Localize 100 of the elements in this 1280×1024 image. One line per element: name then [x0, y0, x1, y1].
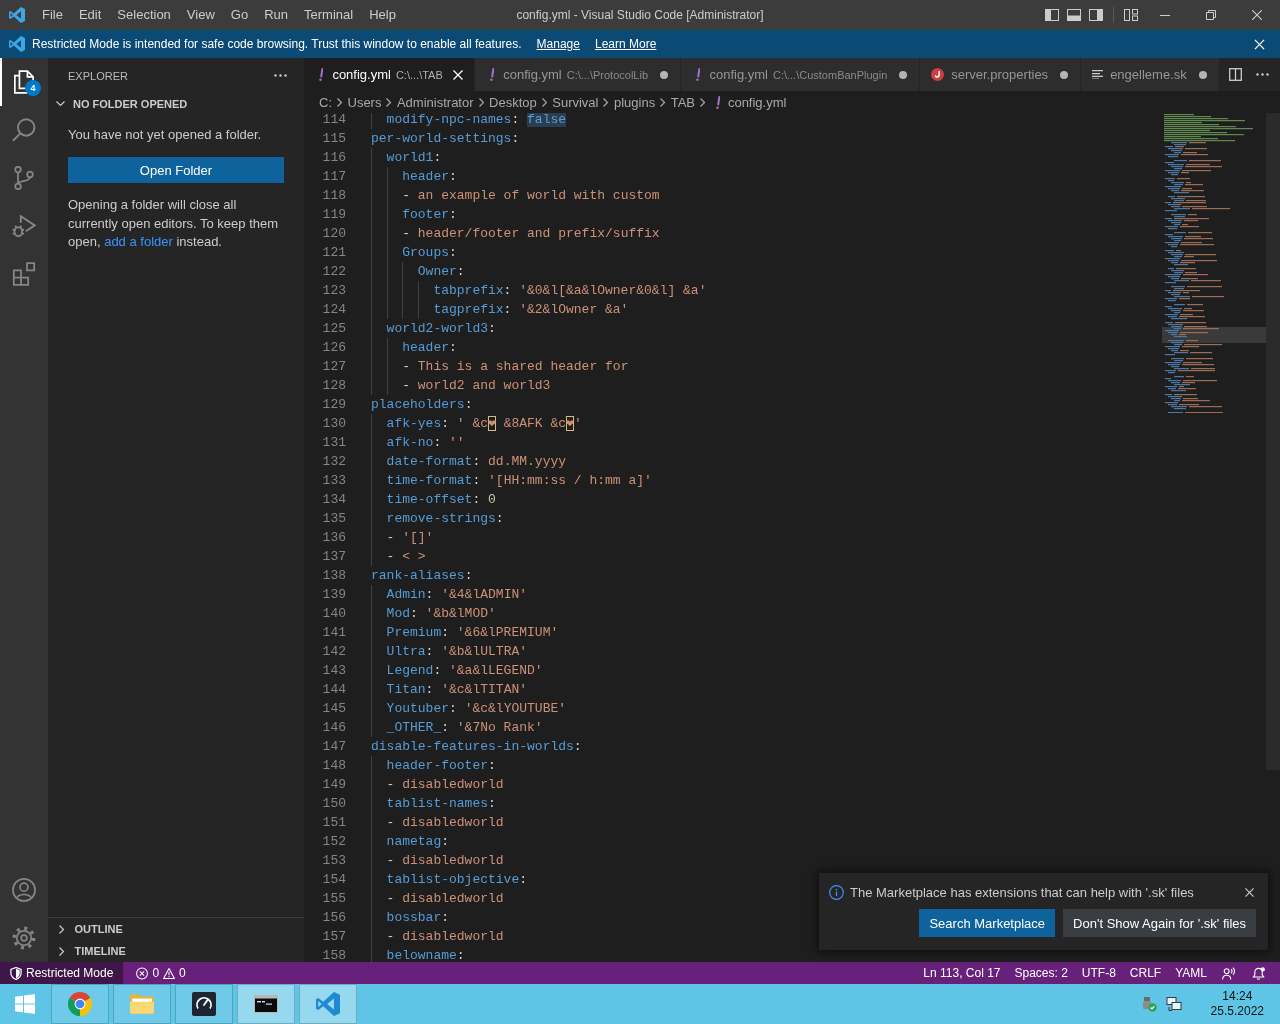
close-icon[interactable]: [1245, 888, 1254, 897]
settings-icon[interactable]: [12, 926, 36, 950]
code-line: Legend: '&a&lLEGEND': [386, 662, 543, 680]
code-line: placeholders:: [371, 396, 473, 414]
notification-button[interactable]: Don't Show Again for '.sk' files: [1063, 909, 1256, 937]
code-line: header-footer:: [386, 757, 496, 775]
editor-tab[interactable]: config.yml C:\...\TAB: [304, 58, 475, 91]
line-number: 123: [321, 282, 346, 300]
browser-icon: [68, 992, 92, 1016]
menu-item[interactable]: Edit: [70, 0, 110, 30]
play-bug-icon: [12, 214, 36, 238]
person-speaking-icon[interactable]: [1222, 966, 1236, 980]
breadcrumb-item[interactable]: TAB: [670, 94, 695, 110]
editor-tab[interactable]: config.yml C:\...\ProtocolLib: [474, 58, 682, 91]
menu-item[interactable]: Selection: [109, 0, 179, 30]
code-line: Owner:: [417, 263, 465, 281]
empty-folder-message: You have not yet opened a folder.: [68, 126, 263, 144]
status-item[interactable]: UTF-8: [1074, 962, 1123, 984]
menu-item[interactable]: Go: [222, 0, 257, 30]
restore-icon[interactable]: [1206, 10, 1216, 20]
line-number: 154: [321, 871, 346, 889]
folder-icon: [130, 992, 154, 1016]
taskbar-button[interactable]: [175, 984, 233, 1024]
layout-icon[interactable]: [1124, 9, 1138, 21]
section-header[interactable]: OUTLINE: [48, 918, 304, 940]
breadcrumb-item[interactable]: Administrator: [396, 94, 474, 110]
start-logo-icon[interactable]: [15, 994, 35, 1014]
line-number: 129: [321, 396, 346, 414]
code-line: - '[]': [386, 529, 434, 547]
line-number: 125: [321, 320, 346, 338]
menu-item[interactable]: View: [178, 0, 223, 30]
status-item[interactable]: YAML: [1168, 962, 1214, 984]
editor-tab[interactable]: server.properties: [920, 58, 1082, 91]
breadcrumb-item[interactable]: Survival: [552, 94, 599, 110]
more-icon[interactable]: [1256, 73, 1269, 76]
breadcrumb-item[interactable]: C:: [319, 94, 332, 110]
sidebar-toggle-icon[interactable]: [1045, 9, 1059, 21]
secondary-sidebar-toggle-icon[interactable]: [1089, 9, 1103, 21]
app-logo-icon: [9, 7, 25, 23]
taskbar-button[interactable]: [237, 984, 295, 1024]
exclamation-icon: [715, 95, 720, 109]
breadcrumb-item[interactable]: Desktop: [489, 94, 537, 110]
exclamation-icon: [696, 68, 701, 81]
line-number: 115: [321, 130, 346, 148]
code-line: time-format: '[HH:mm:ss / h:mm a]': [386, 472, 652, 490]
usb-check-icon[interactable]: [1140, 996, 1157, 1012]
line-number: 133: [321, 472, 346, 490]
open-folder-button[interactable]: Open Folder: [68, 157, 284, 183]
restricted-mode-status[interactable]: Restricted Mode: [0, 962, 124, 984]
breadcrumb-item[interactable]: Users: [347, 94, 382, 110]
status-item[interactable]: Spaces: 2: [1007, 962, 1075, 984]
section-header[interactable]: NO FOLDER OPENED: [48, 93, 304, 115]
search-icon: [12, 118, 36, 142]
close-icon[interactable]: [1252, 10, 1262, 20]
menu-item[interactable]: Terminal: [296, 0, 362, 30]
menu-item[interactable]: Run: [256, 0, 296, 30]
code-line: footer:: [402, 206, 457, 224]
code-line: - header/footer and prefix/suffix: [402, 225, 660, 243]
status-item[interactable]: CRLF: [1122, 962, 1169, 984]
activity-bar-item[interactable]: 4: [0, 58, 48, 106]
editor-tab[interactable]: engelleme.sk: [1081, 58, 1220, 91]
status-item[interactable]: Ln 113, Col 17: [916, 962, 1008, 984]
line-number: 146: [321, 719, 346, 737]
line-number: 121: [321, 244, 346, 262]
more-icon[interactable]: [274, 74, 287, 77]
chevron-right-icon: [478, 97, 485, 107]
clock-date: 25.5.2022: [1210, 1004, 1264, 1019]
code-line: Ultra: '&b&lULTRA': [386, 643, 528, 661]
branches-icon: [12, 166, 36, 190]
menu-item[interactable]: Help: [361, 0, 404, 30]
notification-badge: 4: [25, 80, 41, 96]
problems-status[interactable]: 0 0: [129, 962, 193, 984]
line-number: 152: [321, 833, 346, 851]
line-number: 135: [321, 510, 346, 528]
code-line: - disabledworld: [386, 776, 504, 794]
add-folder-link[interactable]: add a folder: [104, 234, 173, 249]
bell-icon[interactable]: [1252, 966, 1266, 980]
code-line: tabprefix: '&0&l[&a&lOwner&0&l] &a': [433, 282, 707, 300]
banner-link[interactable]: Manage: [536, 37, 580, 51]
panel-toggle-icon[interactable]: [1067, 9, 1081, 21]
code-line: Mod: '&b&lMOD': [386, 605, 496, 623]
minimize-icon[interactable]: [1160, 14, 1170, 16]
speedometer-icon: [192, 992, 216, 1016]
code-line: belowname:: [386, 947, 465, 962]
menu-item[interactable]: File: [34, 0, 71, 30]
exclamation-icon: [319, 68, 324, 81]
breadcrumb-item[interactable]: plugins: [614, 94, 656, 110]
breadcrumb-item[interactable]: config.yml: [727, 94, 787, 110]
app-logo-icon: [9, 36, 25, 52]
notification-button[interactable]: Search Marketplace: [919, 909, 1056, 937]
line-number: 137: [321, 548, 346, 566]
banner-link[interactable]: Learn More: [594, 37, 657, 51]
split-editor-icon[interactable]: [1229, 68, 1242, 81]
scrollbar-thumb[interactable]: [1266, 113, 1280, 770]
network-icon[interactable]: [1165, 996, 1182, 1012]
chevron-right-icon: [337, 97, 343, 107]
code-line: - world2 and world3: [402, 377, 551, 395]
section-header[interactable]: TIMELINE: [48, 940, 304, 962]
editor-tab[interactable]: config.yml C:\...\CustomBanPlugin: [681, 58, 921, 91]
account-icon[interactable]: [12, 878, 36, 902]
